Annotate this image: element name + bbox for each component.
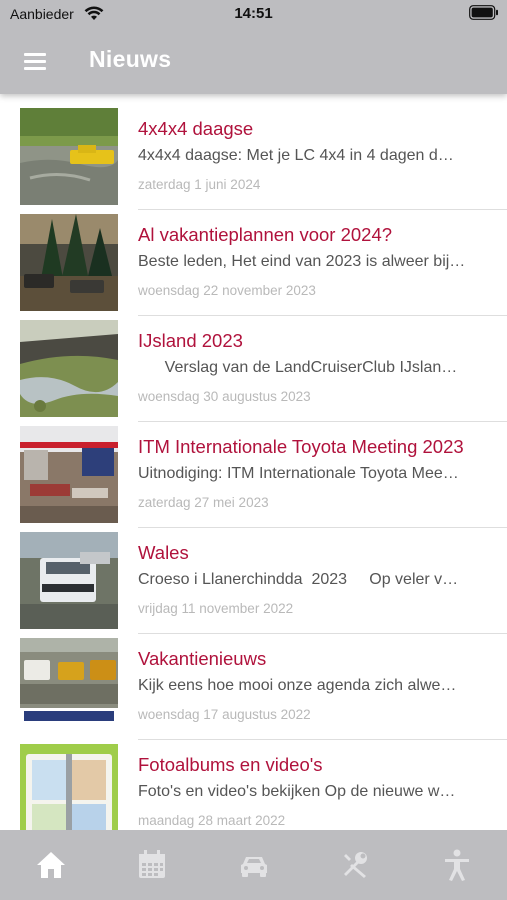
news-list: 4x4x4 daagse 4x4x4 daagse: Met je LC 4x4… — [0, 94, 507, 830]
news-date: woensdag 22 november 2023 — [138, 283, 316, 298]
news-date: woensdag 17 augustus 2022 — [138, 707, 311, 722]
landcruiser-club-vehicles-photo — [20, 638, 118, 735]
news-excerpt: Uitnodiging: ITM Internationale Toyota M… — [138, 465, 459, 482]
news-title: IJsland 2023 — [138, 330, 243, 351]
tab-accessibility[interactable] — [440, 848, 474, 882]
news-item[interactable]: Vakantienieuws Kijk eens hoe mooi onze a… — [0, 624, 507, 740]
tab-calendar[interactable] — [135, 848, 169, 882]
tab-car[interactable] — [237, 848, 271, 882]
news-excerpt: Verslag van de LandCruiserClub IJslan… — [138, 359, 458, 376]
news-thumbnail — [20, 744, 118, 830]
news-item[interactable]: Al vakantieplannen voor 2024? Beste lede… — [0, 200, 507, 316]
tab-home[interactable] — [34, 848, 68, 882]
tab-tools[interactable] — [338, 848, 372, 882]
iceland-river-landscape-photo — [20, 320, 118, 417]
news-excerpt: 4x4x4 daagse: Met je LC 4x4 in 4 dagen d… — [138, 147, 454, 164]
news-date: woensdag 30 augustus 2023 — [138, 389, 311, 404]
top-bar: Aanbieder 14:51 Nieuws — [0, 0, 507, 94]
news-thumbnail — [20, 214, 118, 311]
news-date: zaterdag 27 mei 2023 — [138, 495, 269, 510]
home-icon — [37, 852, 65, 878]
news-thumbnail — [20, 638, 118, 735]
news-thumbnail — [20, 426, 118, 523]
news-item[interactable]: IJsland 2023 Verslag van de LandCruiserC… — [0, 306, 507, 422]
calendar-icon — [139, 850, 165, 878]
news-title: Wales — [138, 542, 189, 563]
hamburger-menu-icon[interactable] — [18, 46, 52, 76]
news-title: Al vakantieplannen voor 2024? — [138, 224, 393, 245]
battery-icon — [469, 5, 498, 20]
status-bar: Aanbieder 14:51 — [0, 0, 507, 28]
news-item[interactable]: ITM Internationale Toyota Meeting 2023 U… — [0, 412, 507, 528]
news-title: Fotoalbums en video's — [138, 754, 323, 775]
news-date: vrijdag 11 november 2022 — [138, 601, 294, 616]
white-pickup-mud-photo — [20, 532, 118, 629]
news-excerpt: Beste leden, Het eind van 2023 is alweer… — [138, 253, 466, 270]
photo-album-illustration — [20, 744, 118, 830]
tools-icon — [344, 852, 367, 878]
news-thumbnail — [20, 108, 118, 205]
accessibility-person-icon — [445, 849, 469, 881]
yellow-truck-wading-photo — [20, 108, 118, 205]
news-excerpt: Kijk eens hoe mooi onze agenda zich alwe… — [138, 677, 457, 694]
news-item[interactable]: Wales Croeso i Llanerchindda 2023 Op vel… — [0, 518, 507, 634]
news-title: 4x4x4 daagse — [138, 118, 254, 139]
news-excerpt: Croeso i Llanerchindda 2023 Op veler v… — [138, 571, 459, 588]
news-item[interactable]: Fotoalbums en video's Foto's en video's … — [0, 730, 507, 830]
news-date: zaterdag 1 juni 2024 — [138, 177, 261, 192]
news-thumbnail — [20, 320, 118, 417]
news-title: Vakantienieuws — [138, 648, 267, 669]
news-excerpt: Foto's en video's bekijken Op de nieuwe … — [138, 783, 456, 800]
news-item[interactable]: 4x4x4 daagse 4x4x4 daagse: Met je LC 4x4… — [0, 94, 507, 210]
car-icon — [241, 857, 267, 877]
news-date: maandag 28 maart 2022 — [138, 813, 286, 828]
toyota-meeting-tents-photo — [20, 426, 118, 523]
news-title: ITM Internationale Toyota Meeting 2023 — [138, 436, 464, 457]
trucks-in-forest-photo — [20, 214, 118, 311]
page-title: Nieuws — [89, 46, 172, 72]
tab-bar — [0, 830, 507, 900]
clock: 14:51 — [234, 5, 273, 22]
news-thumbnail — [20, 532, 118, 629]
app-header: Nieuws — [0, 28, 507, 94]
